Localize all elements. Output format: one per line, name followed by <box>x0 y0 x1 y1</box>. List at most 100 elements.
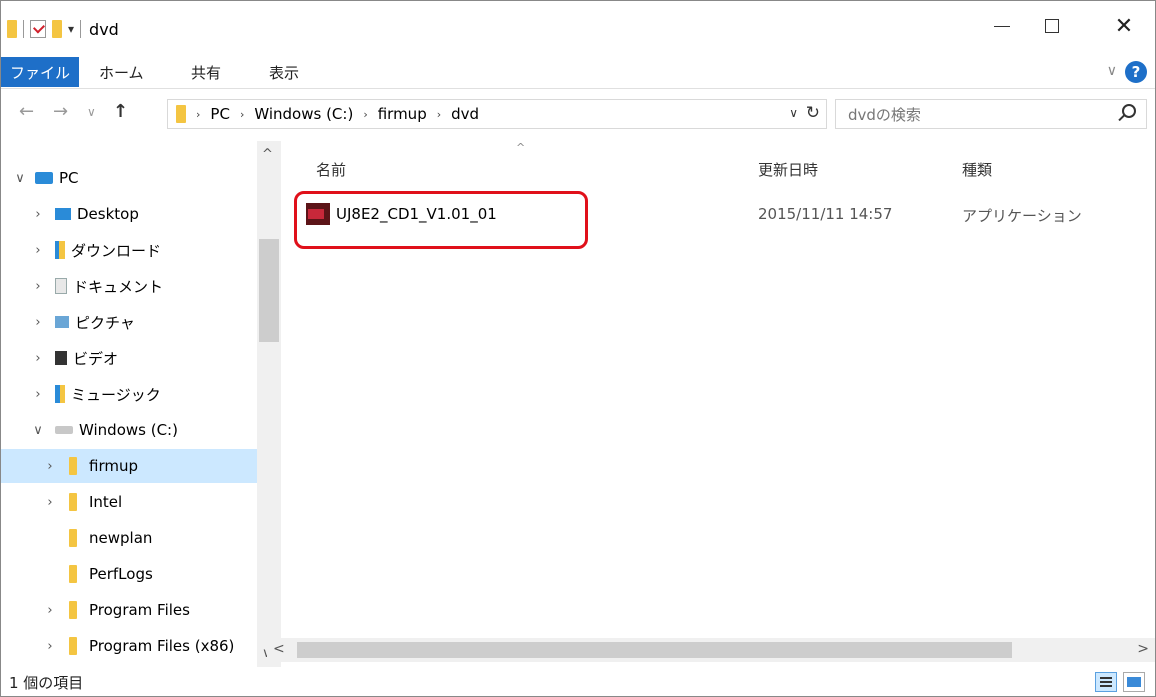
column-header-modified[interactable]: 更新日時 <box>758 155 818 183</box>
scrollbar-thumb[interactable] <box>259 239 279 342</box>
tab-view[interactable]: 表示 <box>269 57 299 87</box>
maximize-icon <box>1045 19 1059 33</box>
tree-item-perflogs[interactable]: PerfLogs <box>1 557 257 591</box>
navigation-bar: ← → ∨ ↑ › PC › Windows (C:) › firmup › d… <box>1 89 1155 139</box>
refresh-icon[interactable]: ↻ <box>806 103 820 123</box>
expand-ribbon-icon[interactable]: ∨ <box>1107 63 1117 79</box>
folder-icon <box>176 105 186 123</box>
file-type: アプリケーション <box>962 207 1082 225</box>
tree-item-pictures[interactable]: › ピクチャ <box>1 305 257 339</box>
tree-item-music[interactable]: › ミュージック <box>1 377 257 411</box>
drive-icon <box>55 426 73 434</box>
scroll-up-icon[interactable]: ^ <box>262 147 273 162</box>
tree-item-windows-c[interactable]: ∨ Windows (C:) <box>1 413 257 447</box>
collapse-chevron-icon[interactable]: ∨ <box>13 171 27 186</box>
folder-icon <box>69 493 77 511</box>
search-icon[interactable] <box>1122 104 1136 118</box>
tree-item-firmup[interactable]: › firmup <box>1 449 257 483</box>
tree-item-label: ダウンロード <box>71 241 162 260</box>
tree-item-label: firmup <box>89 457 138 475</box>
collapse-chevron-icon[interactable]: ∨ <box>31 423 45 438</box>
expand-chevron-icon[interactable]: › <box>31 207 45 222</box>
tree-item-program-files[interactable]: › Program Files <box>1 593 257 627</box>
help-icon[interactable]: ? <box>1125 61 1147 83</box>
tree-item-documents[interactable]: › ドキュメント <box>1 269 257 303</box>
tree-item-intel[interactable]: › Intel <box>1 485 257 519</box>
expand-chevron-icon[interactable]: › <box>31 351 45 366</box>
tab-home[interactable]: ホーム <box>99 57 144 87</box>
tree-item-label: Program Files <box>89 601 190 619</box>
tree-item-newplan[interactable]: newplan <box>1 521 257 555</box>
forward-arrow-icon[interactable]: → <box>53 101 68 122</box>
close-icon: ✕ <box>1114 13 1134 39</box>
breadcrumb-dvd[interactable]: dvd <box>451 105 479 123</box>
tree-item-downloads[interactable]: › ダウンロード <box>1 233 257 267</box>
column-header-name[interactable]: 名前 <box>316 155 346 183</box>
navigation-pane: ∨ PC › Desktop › ダウンロード › ドキュメント › ピクチャ … <box>1 141 281 667</box>
properties-icon[interactable] <box>30 20 46 38</box>
column-header-type[interactable]: 種類 <box>962 155 992 183</box>
breadcrumb-firmup[interactable]: firmup <box>378 105 427 123</box>
back-arrow-icon[interactable]: ← <box>19 101 34 122</box>
tree-item-label: Intel <box>89 493 123 511</box>
up-arrow-icon[interactable]: ↑ <box>113 101 128 122</box>
tree-item-label: Windows (C:) <box>79 421 178 439</box>
search-placeholder: dvdの検索 <box>848 105 921 124</box>
minimize-icon <box>994 25 1010 27</box>
tree-item-label: ミュージック <box>71 385 161 404</box>
new-folder-icon[interactable] <box>52 20 62 38</box>
tab-file[interactable]: ファイル <box>1 57 79 87</box>
desktop-icon <box>55 208 71 220</box>
tree-item-desktop[interactable]: › Desktop <box>1 197 257 231</box>
scroll-right-icon[interactable]: > <box>1137 641 1149 657</box>
expand-chevron-icon[interactable]: › <box>43 495 57 510</box>
tree-item-label: ビデオ <box>73 349 119 368</box>
videos-icon <box>55 351 67 365</box>
details-view-icon[interactable] <box>1095 672 1117 692</box>
folder-icon <box>69 565 77 583</box>
pictures-icon <box>55 316 69 328</box>
tree-item-label: newplan <box>89 529 153 547</box>
expand-chevron-icon[interactable]: › <box>31 387 45 402</box>
status-bar: 1 個の項目 <box>1 668 1155 696</box>
tree-item-program-files-x86[interactable]: › Program Files (x86) <box>1 629 257 663</box>
horizontal-scrollbar[interactable]: < > <box>267 638 1155 662</box>
minimize-button[interactable] <box>977 11 1027 41</box>
search-input[interactable]: dvdの検索 <box>835 99 1147 129</box>
close-button[interactable]: ✕ <box>1099 11 1149 41</box>
tab-share[interactable]: 共有 <box>191 57 221 87</box>
expand-chevron-icon[interactable]: › <box>43 603 57 618</box>
title-bar: ▾ dvd ✕ <box>1 1 1155 57</box>
quick-access-toolbar: ▾ dvd <box>7 15 119 43</box>
large-icons-view-icon[interactable] <box>1123 672 1145 692</box>
scroll-left-icon[interactable]: < <box>273 641 285 657</box>
address-bar[interactable]: › PC › Windows (C:) › firmup › dvd ∨ ↻ <box>167 99 827 129</box>
folder-icon <box>69 457 77 475</box>
folder-icon <box>69 601 77 619</box>
breadcrumb-separator[interactable]: › <box>196 108 200 121</box>
address-dropdown-icon[interactable]: ∨ <box>789 106 798 120</box>
tree-item-pc[interactable]: ∨ PC <box>1 161 257 195</box>
window-title: dvd <box>89 19 119 39</box>
maximize-button[interactable] <box>1027 11 1077 41</box>
breadcrumb-pc[interactable]: PC <box>210 105 230 123</box>
breadcrumb-separator[interactable]: › <box>363 108 367 121</box>
breadcrumb-separator[interactable]: › <box>240 108 244 121</box>
folder-icon <box>69 529 77 547</box>
folder-icon <box>69 637 77 655</box>
tree-item-videos[interactable]: › ビデオ <box>1 341 257 375</box>
customize-toolbar-dropdown[interactable]: ▾ <box>68 22 74 36</box>
scrollbar-thumb[interactable] <box>297 642 1012 658</box>
nav-pane-scrollbar[interactable]: ^ ∨ <box>257 141 281 667</box>
recent-locations-icon[interactable]: ∨ <box>87 105 96 119</box>
expand-chevron-icon[interactable]: › <box>31 279 45 294</box>
expand-chevron-icon[interactable]: › <box>43 459 57 474</box>
breadcrumb-separator[interactable]: › <box>437 108 441 121</box>
toolbar-divider <box>80 20 82 38</box>
breadcrumb-windows-c[interactable]: Windows (C:) <box>254 105 353 123</box>
tree-item-label: PC <box>59 169 79 187</box>
file-modified: 2015/11/11 14:57 <box>758 205 893 223</box>
expand-chevron-icon[interactable]: › <box>31 243 45 258</box>
expand-chevron-icon[interactable]: › <box>43 639 57 654</box>
expand-chevron-icon[interactable]: › <box>31 315 45 330</box>
